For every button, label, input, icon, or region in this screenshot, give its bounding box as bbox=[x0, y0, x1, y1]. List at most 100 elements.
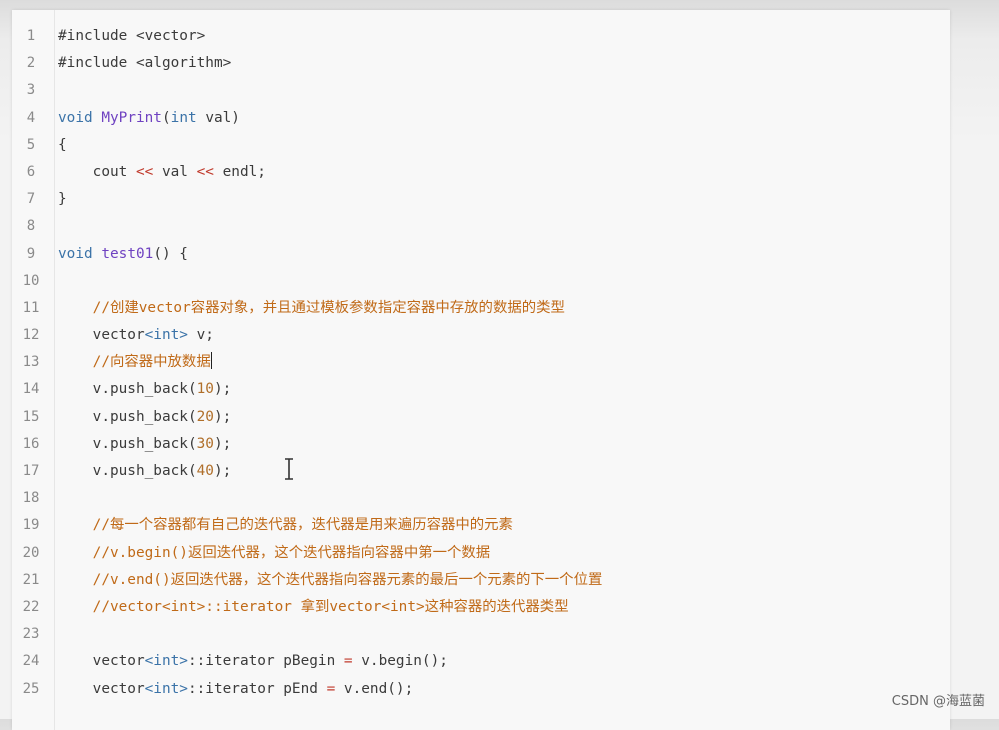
code-line[interactable]: 12 vector<int> v; bbox=[12, 322, 950, 349]
code-line[interactable]: 3 bbox=[12, 77, 950, 104]
code-text: void test01() { bbox=[58, 241, 188, 268]
code-token: #include <vector> bbox=[58, 28, 206, 44]
line-number: 2 bbox=[26, 55, 36, 72]
code-token: MyPrint bbox=[101, 109, 162, 126]
code-token: v.push_back( bbox=[58, 463, 197, 479]
code-text: void MyPrint(int val) bbox=[58, 105, 240, 132]
code-line[interactable]: 14 v.push_back(10); bbox=[12, 376, 950, 403]
line-number: 24 bbox=[22, 653, 40, 670]
code-text: //每一个容器都有自己的迭代器，迭代器是用来遍历容器中的元素 bbox=[58, 512, 513, 539]
code-token: = bbox=[326, 680, 336, 697]
code-text: #include <vector> bbox=[58, 23, 205, 50]
code-line[interactable]: 15 v.push_back(20); bbox=[12, 404, 950, 431]
text-cursor-icon bbox=[285, 458, 293, 480]
code-token: <int> bbox=[144, 653, 188, 670]
code-line[interactable]: 25 vector<int>::iterator pEnd = v.end(); bbox=[12, 676, 950, 703]
code-text: #include <algorithm> bbox=[58, 50, 231, 77]
code-text: } bbox=[58, 186, 67, 213]
line-number: 6 bbox=[26, 163, 36, 180]
code-lines[interactable]: 1 #include <vector> 2 #include <algorithm> 3… bbox=[12, 23, 950, 703]
code-token: void bbox=[58, 245, 102, 262]
code-line[interactable]: 11 //创建vector容器对象，并且通过模板参数指定容器中存放的数据的类型 bbox=[12, 295, 950, 322]
line-number: 5 bbox=[26, 136, 36, 153]
code-token: //创建vector容器对象，并且通过模板参数指定容器中存放的数据的类型 bbox=[58, 299, 565, 316]
code-line[interactable]: 7} bbox=[12, 186, 950, 213]
line-number: 22 bbox=[22, 598, 40, 615]
code-token: #include <algorithm> bbox=[58, 55, 232, 72]
line-number: 3 bbox=[26, 82, 36, 99]
code-line[interactable]: 23 bbox=[12, 621, 950, 648]
code-text: v.push_back(10); bbox=[58, 376, 232, 403]
code-token: 40 bbox=[196, 463, 214, 479]
code-token: v.push_back( bbox=[58, 435, 197, 452]
line-number: 10 bbox=[22, 272, 40, 289]
code-text: v.push_back(20); bbox=[58, 404, 232, 431]
code-line[interactable]: 20 //v.begin()返回迭代器，这个迭代器指向容器中第一个数据 bbox=[12, 540, 950, 567]
line-number: 11 bbox=[22, 299, 40, 316]
code-token: //向容器中放数据 bbox=[58, 354, 211, 371]
code-token: << bbox=[135, 163, 154, 180]
code-line[interactable]: 13 //向容器中放数据 bbox=[12, 349, 950, 376]
code-line[interactable]: 5{ bbox=[12, 132, 950, 159]
code-token: ); bbox=[213, 408, 232, 425]
code-text: //v.begin()返回迭代器，这个迭代器指向容器中第一个数据 bbox=[58, 540, 491, 567]
code-token: vector bbox=[58, 680, 145, 697]
line-number: 1 bbox=[26, 28, 36, 44]
code-token: 10 bbox=[196, 381, 214, 398]
code-line[interactable]: 18 bbox=[12, 485, 950, 512]
code-text: //向容器中放数据 bbox=[58, 349, 213, 376]
line-number: 20 bbox=[22, 544, 40, 561]
code-token: v; bbox=[187, 327, 214, 344]
code-text: v.push_back(30); bbox=[58, 431, 232, 458]
code-text: { bbox=[58, 132, 67, 159]
code-token: ::iterator pBegin bbox=[187, 653, 344, 670]
code-line[interactable]: 1 #include <vector> bbox=[12, 23, 950, 50]
code-token: ); bbox=[213, 463, 232, 479]
code-token: val bbox=[153, 163, 197, 180]
code-text: //v.end()返回迭代器，这个迭代器指向容器元素的最后一个元素的下一个位置 bbox=[58, 567, 603, 594]
line-number: 17 bbox=[22, 463, 40, 479]
code-editor[interactable]: 1 #include <vector> 2 #include <algorithm> 3… bbox=[12, 10, 950, 730]
code-line[interactable]: 9 void test01() { bbox=[12, 241, 950, 268]
code-line[interactable]: 8 bbox=[12, 213, 950, 240]
code-line[interactable]: 22 //vector<int>::iterator 拿到vector<int>… bbox=[12, 594, 950, 621]
code-token: int bbox=[170, 109, 197, 126]
line-number: 12 bbox=[22, 327, 40, 344]
code-token: << bbox=[196, 163, 214, 180]
code-text: v.push_back(40); bbox=[58, 458, 232, 485]
line-number: 8 bbox=[26, 218, 36, 235]
code-token: 20 bbox=[196, 408, 214, 425]
line-number: 15 bbox=[22, 408, 40, 425]
code-line[interactable]: 24 vector<int>::iterator pBegin = v.begi… bbox=[12, 648, 950, 675]
code-text: //创建vector容器对象，并且通过模板参数指定容器中存放的数据的类型 bbox=[58, 295, 565, 322]
code-line[interactable]: 17 v.push_back(40); bbox=[12, 458, 950, 485]
code-line[interactable]: 6 cout << val << endl; bbox=[12, 159, 950, 186]
code-token: //vector<int>::iterator 拿到vector<int>这种容… bbox=[58, 598, 569, 615]
code-token: void bbox=[58, 109, 102, 126]
code-token: test01 bbox=[101, 245, 154, 262]
line-number: 25 bbox=[22, 680, 40, 697]
line-number: 9 bbox=[26, 245, 36, 262]
line-number: 16 bbox=[22, 435, 40, 452]
code-line[interactable]: 19 //每一个容器都有自己的迭代器，迭代器是用来遍历容器中的元素 bbox=[12, 512, 950, 539]
line-number: 19 bbox=[22, 517, 40, 534]
line-number: 7 bbox=[26, 191, 36, 208]
code-line[interactable]: 10 bbox=[12, 268, 950, 295]
code-token: () { bbox=[153, 245, 188, 262]
code-token: cout bbox=[58, 163, 136, 180]
code-token: <int> bbox=[144, 680, 188, 697]
code-token: v.push_back( bbox=[58, 381, 197, 398]
code-token: <int> bbox=[144, 327, 188, 344]
code-token: //v.begin()返回迭代器，这个迭代器指向容器中第一个数据 bbox=[58, 544, 491, 561]
code-line[interactable]: 16 v.push_back(30); bbox=[12, 431, 950, 458]
code-token: val) bbox=[196, 109, 240, 126]
code-line[interactable]: 4 void MyPrint(int val) bbox=[12, 105, 950, 132]
code-line[interactable]: 2 #include <algorithm> bbox=[12, 50, 950, 77]
code-line[interactable]: 21 //v.end()返回迭代器，这个迭代器指向容器元素的最后一个元素的下一个… bbox=[12, 567, 950, 594]
code-token: v.push_back( bbox=[58, 408, 197, 425]
code-text: vector<int>::iterator pEnd = v.end(); bbox=[58, 676, 414, 703]
line-number: 4 bbox=[26, 109, 36, 126]
code-token: endl; bbox=[213, 163, 266, 180]
code-token: v.begin(); bbox=[352, 653, 448, 670]
code-text: cout << val << endl; bbox=[58, 159, 266, 186]
